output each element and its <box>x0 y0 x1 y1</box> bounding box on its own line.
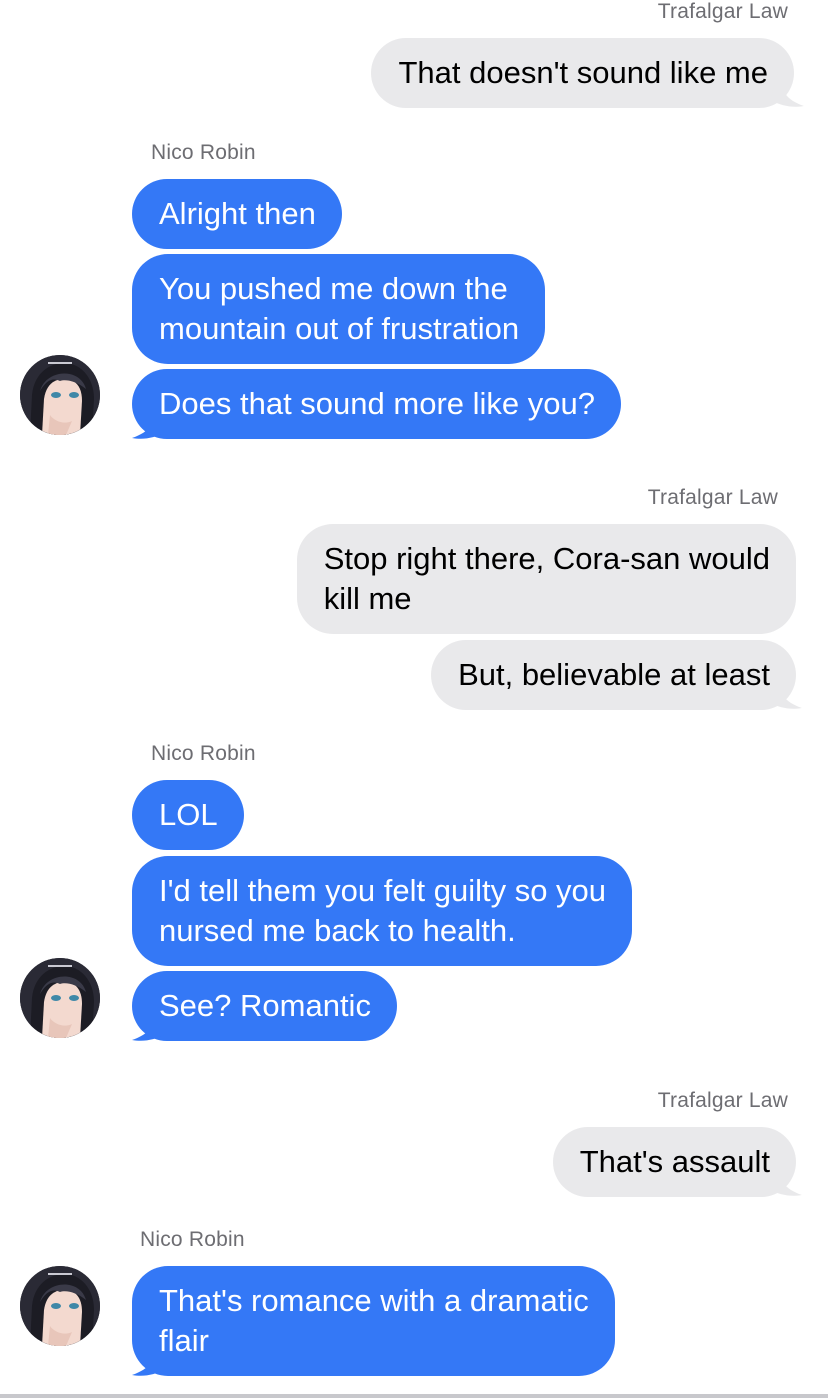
message-thread: Trafalgar Law That doesn't sound like me… <box>0 0 828 1398</box>
bubble-tail <box>132 404 166 439</box>
message-bubble[interactable]: Stop right there, Cora-san would kill me <box>296 524 796 634</box>
sender-name: Trafalgar Law <box>657 0 788 23</box>
sender-name: Nico Robin <box>151 141 256 164</box>
avatar-icon[interactable] <box>20 355 100 435</box>
sender-name: Trafalgar Law <box>657 1089 788 1112</box>
message-bubble[interactable]: I'd tell them you felt guilty so you nur… <box>132 856 633 966</box>
message-bubble[interactable]: Alright then <box>132 179 342 249</box>
message-bubble[interactable]: You pushed me down the mountain out of f… <box>132 254 546 364</box>
avatar-icon[interactable] <box>20 1266 100 1346</box>
bubble-tail <box>770 72 804 107</box>
message-bubble[interactable]: Does that sound more like you? <box>132 369 621 439</box>
message-bubble[interactable]: That doesn't sound like me <box>371 38 794 108</box>
bubble-tail <box>132 1006 166 1041</box>
message-bubble[interactable]: That's romance with a dramatic flair <box>132 1266 615 1376</box>
message-bubble[interactable]: That's assault <box>552 1127 796 1197</box>
message-bubble[interactable]: LOL <box>132 780 244 850</box>
message-bubble[interactable]: But, believable at least <box>431 640 796 710</box>
bubble-tail <box>768 674 802 709</box>
bubble-tail <box>132 1341 166 1376</box>
bottom-divider <box>0 1394 828 1398</box>
message-bubble[interactable]: See? Romantic <box>132 971 397 1041</box>
sender-name: Trafalgar Law <box>647 486 778 509</box>
avatar-icon[interactable] <box>20 958 100 1038</box>
sender-name: Nico Robin <box>151 742 256 765</box>
bubble-tail <box>768 1161 802 1196</box>
sender-name: Nico Robin <box>140 1228 245 1251</box>
